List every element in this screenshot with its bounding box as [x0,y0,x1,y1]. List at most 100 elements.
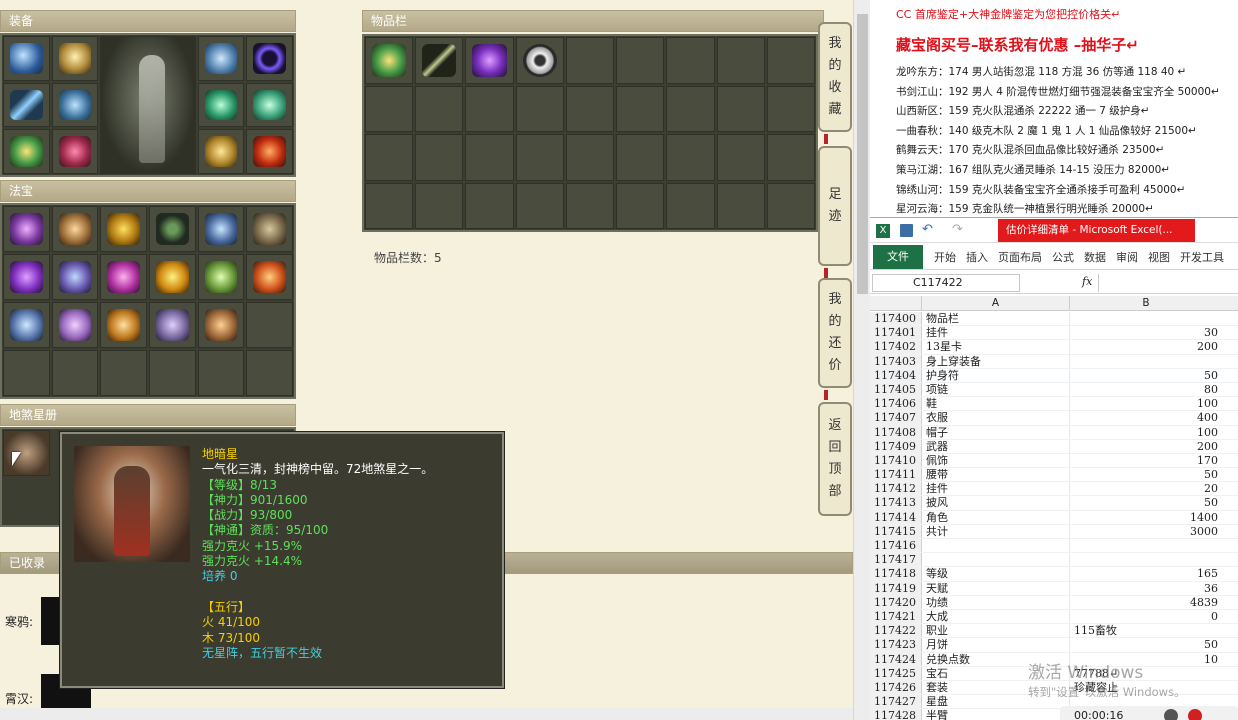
cell-a[interactable]: 大成 [922,609,1070,624]
cell-b[interactable]: 50 [1070,638,1222,651]
cell-b[interactable] [1070,539,1222,552]
ribbon-tab[interactable]: 开始 [929,249,961,265]
equip-slot[interactable] [197,129,245,174]
cell-a[interactable]: 护身符 [922,368,1070,382]
treasure-slot[interactable] [197,206,245,252]
treasure-slot[interactable] [51,302,99,348]
cell-a[interactable] [922,553,1070,567]
row-number[interactable]: 117411 [870,468,922,482]
cell-b[interactable]: 50 [1070,468,1222,481]
cell-b[interactable]: 200 [1070,440,1222,453]
treasure-slot[interactable] [100,254,147,300]
equip-slot[interactable] [3,36,50,81]
cell-b[interactable]: 100 [1070,426,1222,439]
row-number[interactable]: 117417 [870,553,922,567]
equip-slot[interactable] [246,36,293,81]
equip-slot[interactable] [51,129,99,174]
column-a-header[interactable]: A [922,296,1070,310]
stop-icon[interactable] [1188,709,1202,720]
name-box[interactable]: C117422 [872,274,1020,292]
char-thumb-1[interactable] [41,597,61,645]
treasure-slot[interactable] [246,206,293,252]
cell-b[interactable]: 400 [1070,411,1222,424]
row-number[interactable]: 117400 [870,312,922,326]
treasure-slot[interactable] [51,254,99,300]
equip-slot[interactable] [51,82,99,128]
row-number[interactable]: 117415 [870,524,922,538]
row-number[interactable]: 117401 [870,326,922,340]
fx-icon[interactable]: fx [1082,275,1092,288]
cell-b[interactable]: 80 [1070,383,1222,396]
treasure-slot[interactable] [51,206,99,252]
row-number[interactable]: 117418 [870,567,922,581]
row-number[interactable]: 117412 [870,482,922,496]
ribbon-tab[interactable]: 开发工具 [1175,249,1229,265]
cell-a[interactable]: 月饼 [922,638,1070,652]
row-number[interactable]: 117408 [870,425,922,439]
equip-slot[interactable] [3,82,50,128]
row-number[interactable]: 117414 [870,510,922,524]
cell-a[interactable]: 衣服 [922,411,1070,425]
cell-b[interactable]: 165 [1070,567,1222,580]
equip-slot[interactable] [246,129,293,174]
cell-a[interactable] [922,539,1070,553]
cell-b[interactable]: 0 [1070,610,1222,623]
my-counteroffer-button[interactable]: 我的还价 [818,278,852,388]
treasure-slot[interactable] [100,206,147,252]
cell-b[interactable]: 100 [1070,397,1222,410]
cell-a[interactable]: 披风 [922,496,1070,510]
treasure-slot[interactable] [149,254,196,300]
vertical-scrollbar-track[interactable] [853,0,870,720]
ribbon-tab[interactable]: 数据 [1079,249,1111,265]
ribbon-tab[interactable]: 审阅 [1111,249,1143,265]
treasure-slot[interactable] [3,254,50,300]
cell-a[interactable]: 共计 [922,524,1070,538]
cell-b[interactable]: 200 [1070,340,1222,353]
cell-b[interactable]: 30 [1070,326,1222,339]
row-number[interactable]: 117424 [870,652,922,666]
back-to-top-button[interactable]: 返回顶部 [818,402,852,516]
inventory-slot[interactable] [515,37,564,84]
cell-a[interactable]: 等级 [922,567,1070,581]
cell-a[interactable]: 天赋 [922,581,1070,595]
footprint-button[interactable]: 足迹 [818,146,852,266]
cell-b[interactable]: 36 [1070,582,1222,595]
row-number[interactable]: 117407 [870,411,922,425]
ribbon-tab[interactable]: 文件 [873,244,923,269]
treasure-slot[interactable] [100,302,147,348]
row-number[interactable]: 117420 [870,595,922,609]
cell-b[interactable]: 115畜牧 [1070,624,1222,637]
cell-b[interactable] [1070,553,1222,566]
inventory-slot[interactable] [415,37,464,84]
equip-slot[interactable] [246,82,293,128]
equip-slot[interactable] [197,82,245,128]
row-number[interactable]: 117426 [870,680,922,695]
row-number[interactable]: 117406 [870,397,922,411]
row-number[interactable]: 117410 [870,453,922,468]
cell-b[interactable]: 1400 [1070,511,1222,524]
treasure-slot[interactable] [149,206,196,252]
pause-icon[interactable] [1164,709,1178,720]
equip-slot[interactable] [197,36,245,81]
cell-a[interactable]: 帽子 [922,425,1070,439]
cell-b[interactable] [1070,312,1222,325]
treasure-slot[interactable] [149,302,196,348]
star-card-slot[interactable] [3,430,50,476]
inventory-slot[interactable] [465,37,514,84]
equip-slot[interactable] [3,129,50,174]
row-number[interactable]: 117428 [870,709,922,720]
treasure-slot[interactable] [3,302,50,348]
row-number[interactable]: 117423 [870,638,922,652]
row-number[interactable]: 117405 [870,382,922,397]
row-number[interactable]: 117404 [870,368,922,382]
save-icon[interactable] [900,224,913,237]
my-collection-button[interactable]: 我的收藏 [818,22,852,132]
cell-a[interactable]: 身上穿装备 [922,354,1070,368]
cell-a[interactable]: 物品栏 [922,312,1070,326]
cell-a[interactable]: 佩饰 [922,453,1070,468]
equip-slot[interactable] [51,36,99,81]
corner-cell[interactable] [870,296,922,310]
cell-b[interactable]: 50 [1070,369,1222,382]
row-number[interactable]: 117421 [870,609,922,624]
treasure-slot[interactable] [197,302,245,348]
